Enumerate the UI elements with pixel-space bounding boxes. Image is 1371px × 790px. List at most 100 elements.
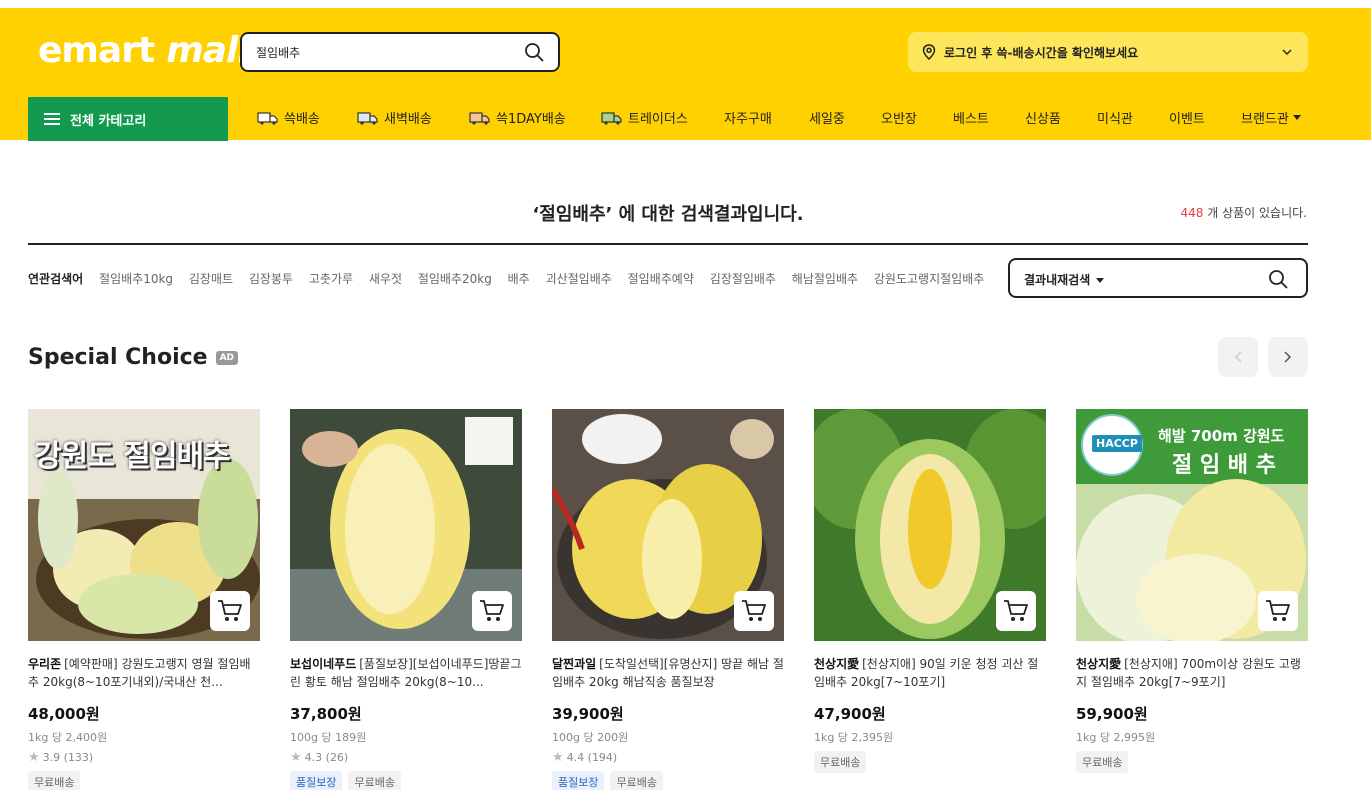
search-within-label: 결과내재검색 (1024, 273, 1091, 287)
product-tags: 무료배송 (1076, 751, 1308, 773)
related-item[interactable]: 배추 (508, 272, 530, 286)
star-icon: ★ (28, 750, 40, 765)
related-item[interactable]: 해남절임배추 (792, 272, 858, 286)
nav-item-sale[interactable]: 세일중 (809, 108, 845, 127)
product-brand: 천상지愛 (1076, 657, 1122, 671)
product-rating: ★ 3.9 (133) (28, 750, 260, 765)
image-overlay-text: 강원도 절임배추 (34, 439, 231, 474)
cart-icon (218, 600, 242, 621)
nav-item-frequent[interactable]: 자주구매 (724, 108, 772, 127)
product-card[interactable]: 달찐과일 [도착일선택][유명산지] 땅끝 해남 절임배추 20kg 해남직송 품… (552, 409, 784, 790)
product-name[interactable]: 우리존 [예약판매] 강원도고랭지 영월 절임배추 20kg(8~10포기내외)/… (28, 655, 260, 691)
related-item[interactable]: 절임배추예약 (628, 272, 694, 286)
special-choice-title: Special Choice AD (28, 345, 239, 370)
add-to-cart-button[interactable] (996, 591, 1036, 631)
search-icon[interactable] (1268, 269, 1288, 289)
related-item[interactable]: 김장매트 (189, 272, 233, 286)
emart-mall-logo[interactable]: emart mall (38, 30, 250, 80)
product-card[interactable]: 보섭이네푸드 [품질보장][보섭이네푸드]땅끝그린 황토 해남 절임배추 20kg… (290, 409, 522, 790)
product-rating: ★ 4.4 (194) (552, 750, 784, 765)
add-to-cart-button[interactable] (734, 591, 774, 631)
nav-item-label: 세일중 (809, 112, 845, 127)
tag-quality-guarantee: 품질보장 (290, 771, 343, 790)
product-image[interactable]: HACCP 해발 700m 강원도 절 임 배 추 (1076, 409, 1308, 641)
nav-item-brand[interactable]: 브랜드관 (1241, 108, 1301, 127)
related-item[interactable]: 절임배추20kg (418, 272, 492, 286)
tag-quality-guarantee: 품질보장 (552, 771, 605, 790)
search-box (240, 32, 560, 72)
caret-down-icon (1096, 278, 1105, 283)
chevron-right-icon (1284, 351, 1292, 363)
add-to-cart-button[interactable] (1258, 591, 1298, 631)
unit-price: 1kg 당 2,995원 (1076, 731, 1156, 744)
carousel-next-button[interactable] (1268, 337, 1308, 377)
related-item[interactable]: 강원도고랭지절임배추 (874, 272, 984, 286)
product-image[interactable] (290, 409, 522, 641)
main-nav: 전체 카테고리 쓱배송 새벽배송 쓱1DAY배송 트레이더스 자주구매 세일중 … (0, 96, 1371, 141)
delivery-time-button[interactable]: 로그인 후 쓱-배송시간을 확인해보세요 (908, 32, 1308, 72)
rating-text: 4.4 (194) (566, 751, 618, 764)
truck-icon (357, 111, 378, 125)
related-item[interactable]: 김장봉투 (249, 272, 293, 286)
rating-text: 4.3 (26) (304, 751, 349, 764)
product-tags: 무료배송 (814, 751, 1046, 773)
nav-item-label: 미식관 (1097, 112, 1133, 127)
product-card[interactable]: 강원도 절임배추 우리존 [예약판매] 강원도고랭지 영월 절임배추 20kg(8… (28, 409, 260, 790)
nav-item-best[interactable]: 베스트 (953, 108, 989, 127)
related-item[interactable]: 괴산절임배추 (546, 272, 612, 286)
nav-item-event[interactable]: 이벤트 (1169, 108, 1205, 127)
product-name[interactable]: 달찐과일 [도착일선택][유명산지] 땅끝 해남 절임배추 20kg 해남직송 품… (552, 655, 784, 691)
logo-text-mall: mall (166, 30, 249, 71)
related-item[interactable]: 절임배추10kg (99, 272, 173, 286)
haccp-badge-text: HACCP (1092, 435, 1142, 452)
product-image[interactable] (814, 409, 1046, 641)
unit-price: 100g 당 189원 (290, 731, 367, 744)
unit-price: 1kg 당 2,400원 (28, 731, 108, 744)
related-item[interactable]: 고춧가루 (309, 272, 353, 286)
nav-item-label: 트레이더스 (628, 112, 688, 127)
product-name[interactable]: 보섭이네푸드 [품질보장][보섭이네푸드]땅끝그린 황토 해남 절임배추 20kg… (290, 655, 522, 691)
search-input[interactable] (256, 34, 516, 70)
nav-item-obanjang[interactable]: 오반장 (881, 108, 917, 127)
nav-item-ssg-delivery[interactable]: 쓱배송 (257, 108, 320, 127)
product-name[interactable]: 천상지愛 [천상지애] 90일 키운 청정 괴산 절임배추 20kg[7~10포기… (814, 655, 1046, 691)
product-image[interactable]: 강원도 절임배추 (28, 409, 260, 641)
add-to-cart-button[interactable] (210, 591, 250, 631)
caret-down-icon (1292, 114, 1301, 120)
cart-icon (742, 600, 766, 621)
nav-item-1day-delivery[interactable]: 쓱1DAY배송 (469, 108, 566, 127)
product-image[interactable] (552, 409, 784, 641)
cart-icon (480, 600, 504, 621)
nav-item-gourmet[interactable]: 미식관 (1097, 108, 1133, 127)
nav-item-label: 신상품 (1025, 112, 1061, 127)
nav-item-dawn-delivery[interactable]: 새벽배송 (357, 108, 432, 127)
nav-item-label: 쓱배송 (284, 112, 320, 127)
unit-price: 100g 당 200원 (552, 731, 629, 744)
delivery-text: 로그인 후 쓱-배송시간을 확인해보세요 (944, 45, 1139, 60)
nav-item-traders[interactable]: 트레이더스 (601, 108, 688, 127)
product-name[interactable]: 천상지愛 [천상지애] 700m이상 강원도 고랭지 절임배추 20kg[7~9포… (1076, 655, 1308, 691)
all-categories-button[interactable]: 전체 카테고리 (28, 97, 228, 141)
product-tags: 품질보장 무료배송 (552, 771, 784, 790)
nav-item-new[interactable]: 신상품 (1025, 108, 1061, 127)
chevron-down-icon (1282, 49, 1292, 55)
related-item[interactable]: 새우젓 (369, 272, 402, 286)
product-brand: 천상지愛 (814, 657, 860, 671)
star-icon: ★ (290, 750, 302, 765)
product-card[interactable]: 천상지愛 [천상지애] 90일 키운 청정 괴산 절임배추 20kg[7~10포기… (814, 409, 1046, 773)
search-within-dropdown[interactable]: 결과내재검색 (1024, 271, 1105, 288)
related-item[interactable]: 김장절임배추 (710, 272, 776, 286)
search-within-results[interactable]: 결과내재검색 (1008, 258, 1308, 298)
tag-free-shipping: 무료배송 (348, 771, 401, 790)
carousel-prev-button[interactable] (1218, 337, 1258, 377)
all-categories-label: 전체 카테고리 (70, 113, 147, 129)
product-price: 59,900원 (1076, 705, 1148, 723)
product-brand: 보섭이네푸드 (290, 657, 357, 671)
tag-free-shipping: 무료배송 (814, 751, 867, 773)
ad-badge: AD (215, 350, 239, 365)
product-card[interactable]: HACCP 해발 700m 강원도 절 임 배 추 천상지愛 [천상지애] 700… (1076, 409, 1308, 773)
section-title: Special Choice (28, 345, 208, 370)
add-to-cart-button[interactable] (472, 591, 512, 631)
search-icon[interactable] (524, 42, 544, 62)
result-count-number: 448 (1180, 206, 1204, 220)
